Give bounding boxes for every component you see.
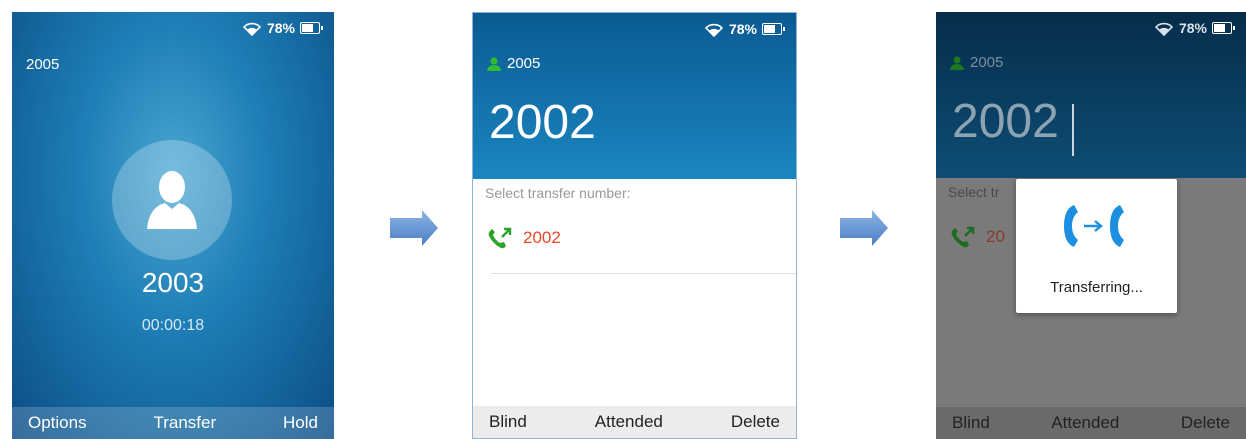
battery-percent: 78%: [1178, 20, 1207, 36]
account-label: 2005: [507, 55, 541, 72]
person-icon: [487, 57, 501, 71]
hold-softkey[interactable]: Hold: [283, 413, 318, 433]
list-item[interactable]: 2002: [487, 227, 561, 249]
person-icon: [147, 171, 197, 229]
call-timer: 00:00:18: [141, 317, 205, 334]
text-cursor: [1072, 104, 1074, 156]
call-screen: 78% 2005 2003 00:00:18 Options Transfer …: [12, 12, 334, 439]
softkey-bar: Blind Attended Delete: [473, 406, 796, 438]
dial-input[interactable]: 2002: [489, 95, 596, 150]
status-bar: 78%: [704, 21, 785, 37]
battery-icon: [762, 23, 785, 35]
outgoing-call-icon: [488, 227, 512, 249]
wifi-icon: [1154, 22, 1174, 36]
options-softkey[interactable]: Options: [28, 413, 87, 433]
call-transfer-icon: [1064, 205, 1124, 247]
status-bar: 78%: [242, 20, 323, 36]
contact-number: 2002: [523, 228, 561, 247]
status-bar: 78%: [1154, 20, 1235, 36]
transfer-select-screen: 78% 2005 2002 Select transfer number: 20…: [472, 12, 797, 439]
softkey-bar: Options Transfer Hold: [12, 407, 334, 439]
transferring-screen: 78% 2005 2002 Select tr 20 Blind Attende…: [936, 12, 1246, 439]
right-arrow-icon: [840, 210, 888, 246]
attended-softkey[interactable]: Attended: [1051, 413, 1119, 433]
blind-softkey[interactable]: Blind: [952, 413, 990, 433]
softkey-bar: Blind Attended Delete: [936, 407, 1246, 439]
transferring-dialog: Transferring...: [1016, 179, 1177, 313]
battery-icon: [1212, 22, 1235, 34]
person-icon: [950, 56, 964, 70]
transfer-list: Select transfer number: 2002: [473, 179, 796, 406]
account-row: 2005: [487, 55, 540, 72]
delete-softkey[interactable]: Delete: [731, 412, 780, 432]
divider: [491, 273, 796, 274]
delete-softkey[interactable]: Delete: [1181, 413, 1230, 433]
select-label: Select transfer number:: [485, 185, 631, 201]
dial-input[interactable]: 2002: [952, 94, 1059, 149]
right-arrow-icon: [390, 210, 438, 246]
attended-softkey[interactable]: Attended: [595, 412, 663, 432]
list-item[interactable]: 20: [950, 226, 1005, 248]
battery-percent: 78%: [266, 20, 295, 36]
wifi-icon: [704, 23, 724, 37]
outgoing-call-icon: [951, 226, 975, 248]
contact-number: 20: [986, 227, 1005, 246]
account-label: 2005: [970, 54, 1004, 71]
wifi-icon: [242, 22, 262, 36]
dialog-message: Transferring...: [1050, 279, 1143, 296]
battery-percent: 78%: [728, 21, 757, 37]
blind-softkey[interactable]: Blind: [489, 412, 527, 432]
battery-icon: [300, 22, 323, 34]
account-row: 2005: [950, 54, 1003, 71]
remote-number: 2003: [141, 267, 205, 298]
contact-avatar: [112, 140, 232, 260]
account-label: 2005: [26, 56, 60, 73]
dial-header: 78% 2005 2002: [473, 13, 796, 179]
select-label: Select tr: [948, 184, 1000, 200]
dial-header: 78% 2005 2002: [936, 12, 1246, 178]
transfer-softkey[interactable]: Transfer: [153, 413, 216, 433]
